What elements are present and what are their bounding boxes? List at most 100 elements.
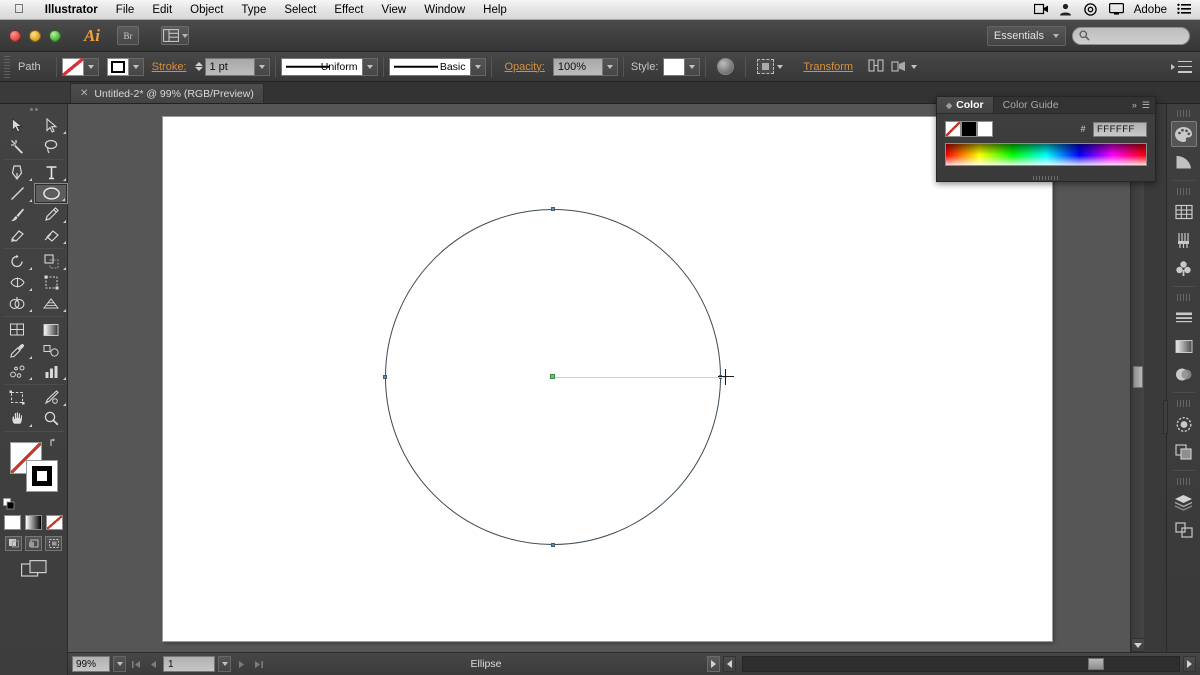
- type-tool[interactable]: [34, 162, 68, 183]
- layers-panel-icon[interactable]: [1171, 489, 1197, 515]
- paintbrush-tool[interactable]: [0, 204, 34, 225]
- scale-tool[interactable]: [34, 251, 68, 272]
- stroke-weight-dropdown[interactable]: [254, 57, 270, 76]
- column-graph-tool[interactable]: [34, 361, 68, 382]
- stroke-swatch-large[interactable]: [26, 460, 58, 492]
- stroke-panel-icon[interactable]: [1171, 305, 1197, 331]
- document-tab[interactable]: ✕ Untitled-2* @ 99% (RGB/Preview): [70, 83, 264, 103]
- first-page-button[interactable]: [129, 656, 143, 672]
- symbols-panel-icon[interactable]: [1171, 255, 1197, 281]
- pencil-tool[interactable]: [34, 204, 68, 225]
- collapse-panel-icon[interactable]: »: [1132, 100, 1137, 110]
- isolate-selected-button[interactable]: [861, 58, 891, 75]
- shape-builder-tool[interactable]: [0, 293, 34, 314]
- brush-definition-dropdown[interactable]: [470, 57, 486, 76]
- opacity-dropdown[interactable]: [602, 57, 618, 76]
- gradient-mode-button[interactable]: [25, 515, 42, 530]
- draw-behind-button[interactable]: [25, 536, 42, 551]
- close-window-button[interactable]: [9, 29, 21, 42]
- color-panel-icon[interactable]: [1170, 121, 1197, 147]
- scroll-right-button[interactable]: [1183, 656, 1196, 672]
- dock-group-grip[interactable]: [1176, 478, 1191, 485]
- eyedropper-tool[interactable]: [0, 340, 34, 361]
- color-panel[interactable]: ◆ Color Color Guide » ☰ # FFFFFF: [936, 96, 1156, 182]
- stroke-profile-dropdown[interactable]: [362, 57, 378, 76]
- menu-illustrator[interactable]: Illustrator: [36, 4, 107, 16]
- graphic-style-swatch[interactable]: [663, 57, 686, 76]
- black-swatch[interactable]: [961, 121, 977, 137]
- page-number-input[interactable]: 1: [163, 656, 215, 672]
- transparency-panel-icon[interactable]: [1171, 361, 1197, 387]
- brush-definition-field[interactable]: Basic: [388, 57, 471, 76]
- stroke-color-control[interactable]: [106, 57, 144, 76]
- document-setup-button[interactable]: [891, 60, 918, 73]
- zoom-level-input[interactable]: 99%: [72, 656, 110, 672]
- eraser-tool[interactable]: [34, 225, 68, 246]
- brushes-panel-icon[interactable]: [1171, 227, 1197, 253]
- launch-bridge-button[interactable]: Br: [117, 26, 139, 45]
- user-account-icon[interactable]: [1059, 3, 1074, 16]
- draw-inside-button[interactable]: [45, 536, 62, 551]
- gradient-panel-icon[interactable]: [1171, 333, 1197, 359]
- graphic-styles-panel-icon[interactable]: [1171, 439, 1197, 465]
- stepper-up-icon[interactable]: [194, 62, 203, 66]
- white-swatch[interactable]: [977, 121, 993, 137]
- fill-swatch[interactable]: [61, 57, 84, 76]
- lasso-tool[interactable]: [34, 136, 68, 157]
- vertical-scrollbar[interactable]: [1130, 104, 1144, 652]
- menu-type[interactable]: Type: [232, 4, 275, 16]
- control-bar-menu-button[interactable]: [1170, 60, 1200, 73]
- menu-view[interactable]: View: [373, 4, 416, 16]
- perspective-grid-tool[interactable]: [34, 293, 68, 314]
- scroll-left-button[interactable]: [723, 656, 736, 672]
- stroke-weight-stepper[interactable]: [194, 62, 203, 71]
- dock-group-grip[interactable]: [1176, 188, 1191, 195]
- slice-tool[interactable]: [34, 387, 68, 408]
- panel-menu-icon[interactable]: ☰: [1142, 100, 1150, 111]
- opacity-panel-link[interactable]: Opacity:: [497, 61, 553, 73]
- dock-group-grip[interactable]: [1176, 400, 1191, 407]
- color-guide-panel-icon[interactable]: [1171, 149, 1197, 175]
- stroke-panel-link[interactable]: Stroke:: [144, 61, 195, 73]
- minimize-window-button[interactable]: [29, 29, 41, 42]
- last-page-button[interactable]: [251, 656, 265, 672]
- notification-list-icon[interactable]: [1177, 3, 1192, 16]
- transform-panel-link[interactable]: Transform: [795, 61, 861, 73]
- rotate-tool[interactable]: [0, 251, 34, 272]
- status-menu-button[interactable]: [707, 656, 720, 672]
- display-icon[interactable]: [1108, 3, 1124, 16]
- horizontal-scrollbar[interactable]: [742, 656, 1180, 672]
- stepper-down-icon[interactable]: [194, 67, 203, 71]
- vertical-scroll-thumb[interactable]: [1133, 366, 1143, 388]
- ellipse-tool[interactable]: [34, 183, 68, 204]
- anchor-point-top[interactable]: [551, 207, 555, 211]
- zoom-level-dropdown[interactable]: [113, 656, 126, 672]
- change-screen-mode-button[interactable]: [20, 560, 47, 580]
- artboards-panel-icon[interactable]: [1171, 517, 1197, 543]
- menu-object[interactable]: Object: [181, 4, 232, 16]
- dropbox-icon[interactable]: [1083, 3, 1099, 16]
- symbol-sprayer-tool[interactable]: [0, 361, 34, 382]
- stroke-dropdown-button[interactable]: [128, 57, 144, 76]
- hand-tool[interactable]: [0, 408, 34, 429]
- stroke-swatch[interactable]: [106, 57, 129, 76]
- align-button[interactable]: [751, 59, 784, 74]
- page-number-dropdown[interactable]: [218, 656, 231, 672]
- magic-wand-tool[interactable]: [0, 136, 34, 157]
- blend-tool[interactable]: [34, 340, 68, 361]
- tools-panel-grip[interactable]: [0, 104, 67, 115]
- fill-color-control[interactable]: [61, 57, 99, 76]
- none-mode-button[interactable]: [46, 515, 63, 530]
- screen-recording-icon[interactable]: [1033, 3, 1049, 16]
- gradient-tool[interactable]: [34, 319, 68, 340]
- menu-window[interactable]: Window: [415, 4, 474, 16]
- apple-icon[interactable]: : [0, 2, 36, 15]
- opacity-field[interactable]: 100%: [552, 57, 603, 76]
- swap-fill-stroke-icon[interactable]: [49, 437, 61, 449]
- direct-selection-tool[interactable]: [34, 115, 68, 136]
- menu-effect[interactable]: Effect: [325, 4, 372, 16]
- document-canvas[interactable]: [68, 104, 1144, 652]
- menu-file[interactable]: File: [107, 4, 144, 16]
- appearance-panel-icon[interactable]: [1171, 411, 1197, 437]
- workspace-switcher[interactable]: Essentials: [986, 25, 1066, 46]
